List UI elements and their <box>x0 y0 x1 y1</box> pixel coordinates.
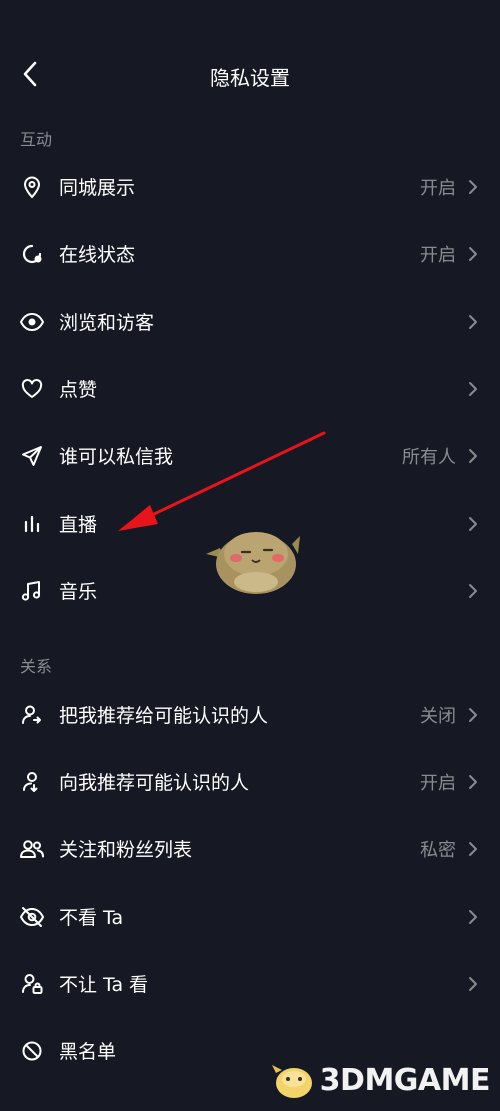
row-browse-visitors[interactable]: 浏览和访客 <box>0 288 500 355</box>
row-dont-let-ta-see[interactable]: 不让 Ta 看 <box>0 950 500 1017</box>
user-lock-icon <box>18 970 46 998</box>
chevron-right-icon <box>466 244 480 264</box>
row-label: 谁可以私信我 <box>59 446 174 468</box>
row-label: 在线状态 <box>59 244 136 266</box>
row-following-followers-list[interactable]: 关注和粉丝列表 私密 <box>0 815 500 882</box>
watermark-logo-icon <box>271 1065 312 1098</box>
row-value: 开启 <box>420 772 456 794</box>
chevron-right-icon <box>466 379 480 399</box>
paper-plane-icon <box>18 442 46 470</box>
user-recommend-icon <box>18 768 46 796</box>
chevron-right-icon <box>466 907 480 927</box>
chevron-right-icon <box>466 312 480 332</box>
watermark-text: 3DMGAME <box>319 1062 491 1098</box>
row-label: 不看 Ta <box>59 907 124 929</box>
row-recommend-people-to-me[interactable]: 向我推荐可能认识的人 开启 <box>0 748 500 815</box>
row-label: 浏览和访客 <box>59 312 155 334</box>
row-likes[interactable]: 点赞 <box>0 355 500 422</box>
eye-icon <box>18 308 46 336</box>
row-label: 不让 Ta 看 <box>59 974 149 996</box>
row-live[interactable]: 直播 <box>0 490 500 557</box>
page-title: 隐私设置 <box>210 66 290 90</box>
row-label: 把我推荐给可能认识的人 <box>59 705 269 727</box>
chevron-right-icon <box>466 177 480 197</box>
row-value: 开启 <box>420 244 456 266</box>
row-value: 关闭 <box>420 705 456 727</box>
row-same-city-display[interactable]: 同城展示 开启 <box>0 153 500 220</box>
music-note-icon <box>18 577 46 605</box>
row-online-status[interactable]: 在线状态 开启 <box>0 220 500 287</box>
chevron-right-icon <box>466 705 480 725</box>
user-share-icon <box>18 701 46 729</box>
row-label: 向我推荐可能认识的人 <box>59 772 250 794</box>
eye-off-icon <box>18 903 46 931</box>
row-label: 点赞 <box>59 379 98 401</box>
heart-icon <box>18 375 46 403</box>
chevron-right-icon <box>466 839 480 859</box>
row-value: 开启 <box>420 177 456 199</box>
row-value: 所有人 <box>402 446 456 468</box>
row-value: 私密 <box>420 839 456 861</box>
watermark: 3DMGAME <box>270 1059 491 1101</box>
block-icon <box>18 1037 46 1065</box>
chevron-right-icon <box>466 974 480 994</box>
chevron-right-icon <box>466 581 480 601</box>
live-bars-icon <box>18 510 46 538</box>
location-pin-icon <box>18 173 46 201</box>
row-music[interactable]: 音乐 <box>0 557 500 624</box>
top-bar: 隐私设置 <box>0 40 500 110</box>
row-dont-see-ta[interactable]: 不看 Ta <box>0 883 500 950</box>
chevron-right-icon <box>466 446 480 466</box>
online-status-icon <box>18 240 46 268</box>
chevron-right-icon <box>466 514 480 534</box>
users-icon <box>18 835 46 863</box>
row-label: 同城展示 <box>59 177 136 199</box>
row-label: 音乐 <box>59 581 98 603</box>
row-who-can-message[interactable]: 谁可以私信我 所有人 <box>0 422 500 489</box>
row-label: 关注和粉丝列表 <box>59 839 193 861</box>
section-label-interaction: 互动 <box>20 130 53 149</box>
row-recommend-me-to-others[interactable]: 把我推荐给可能认识的人 关闭 <box>0 681 500 748</box>
section-label-relationships: 关系 <box>20 657 53 676</box>
row-label: 直播 <box>59 514 98 536</box>
row-label: 黑名单 <box>59 1041 117 1063</box>
chevron-right-icon <box>466 772 480 792</box>
